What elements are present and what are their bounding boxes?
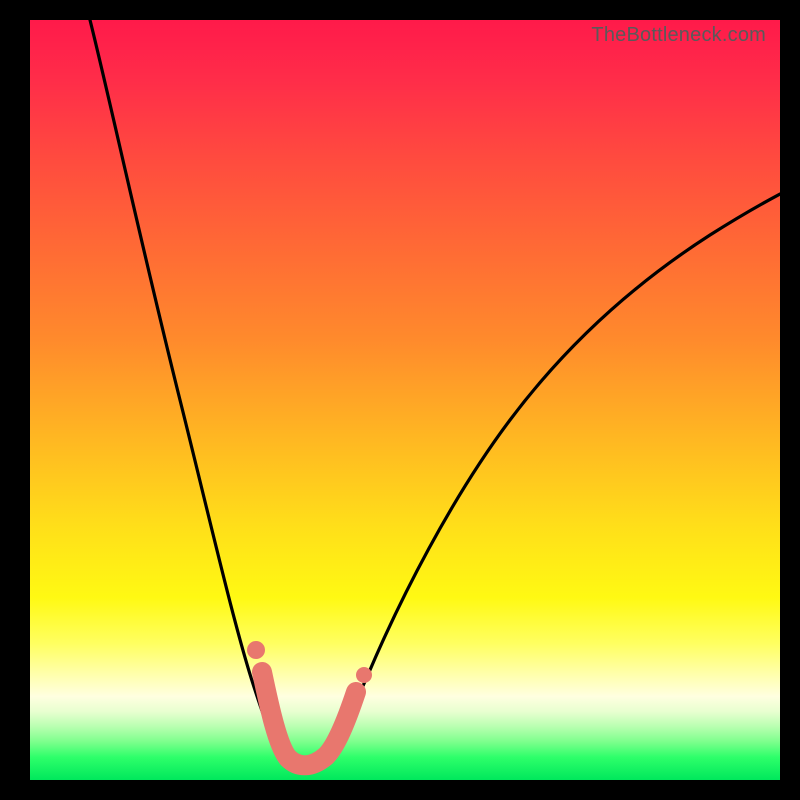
watermark-text: TheBottleneck.com xyxy=(591,24,766,47)
bottleneck-curve xyxy=(30,20,780,780)
marker-dot xyxy=(247,641,265,659)
curve-path xyxy=(90,20,780,766)
marker-dot xyxy=(356,667,372,683)
marker-dot xyxy=(253,666,271,684)
marker-segment xyxy=(262,672,356,765)
plot-area: TheBottleneck.com xyxy=(30,20,780,780)
curve-markers xyxy=(247,641,372,765)
chart-frame: TheBottleneck.com xyxy=(0,0,800,800)
